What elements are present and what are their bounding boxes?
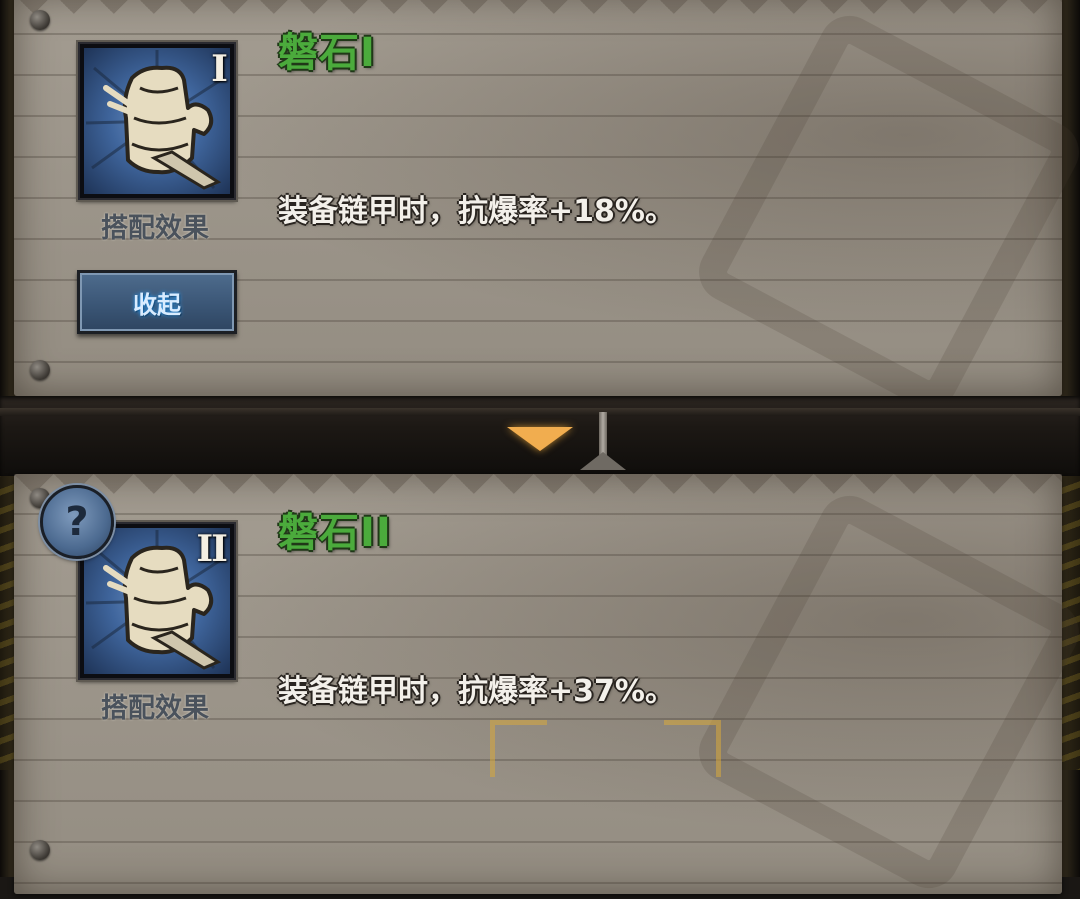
set-effect-caption: 搭配效果 — [101, 213, 209, 244]
divider-post-cap — [580, 452, 626, 470]
expand-arrow-icon[interactable] — [507, 427, 573, 451]
rivet-icon — [30, 10, 50, 30]
set-bonus-card-2: II 搭配效果 磐石II 装备链甲时，抗爆率+37%。 — [14, 474, 1080, 899]
background-emblem — [688, 5, 1080, 419]
set-bonus-card-1: I 搭配效果 磐石I 装备链甲时，抗爆率+18%。 收起 — [14, 0, 1080, 419]
set-effect-caption: 搭配效果 — [101, 693, 209, 724]
armor-chest-icon — [84, 48, 230, 194]
set-description: 装备链甲时，抗爆率+18%。 — [278, 194, 675, 229]
collapse-button[interactable]: 收起 — [77, 270, 237, 334]
set-title: 磐石I — [278, 30, 376, 76]
rivet-icon — [30, 840, 50, 860]
background-frame-corner — [664, 720, 721, 777]
set-title: 磐石II — [278, 510, 392, 556]
armor-set-icon: I — [78, 42, 236, 200]
background-emblem — [688, 485, 1080, 899]
card-border-pattern — [14, 0, 1062, 34]
tier-numeral: II — [196, 528, 228, 570]
set-description: 装备链甲时，抗爆率+37%。 — [278, 674, 675, 709]
background-frame-corner — [490, 720, 547, 777]
card-border-pattern — [14, 474, 1062, 514]
rivet-icon — [30, 360, 50, 380]
tier-numeral: I — [211, 48, 228, 90]
help-question-icon[interactable]: ? — [40, 485, 114, 559]
